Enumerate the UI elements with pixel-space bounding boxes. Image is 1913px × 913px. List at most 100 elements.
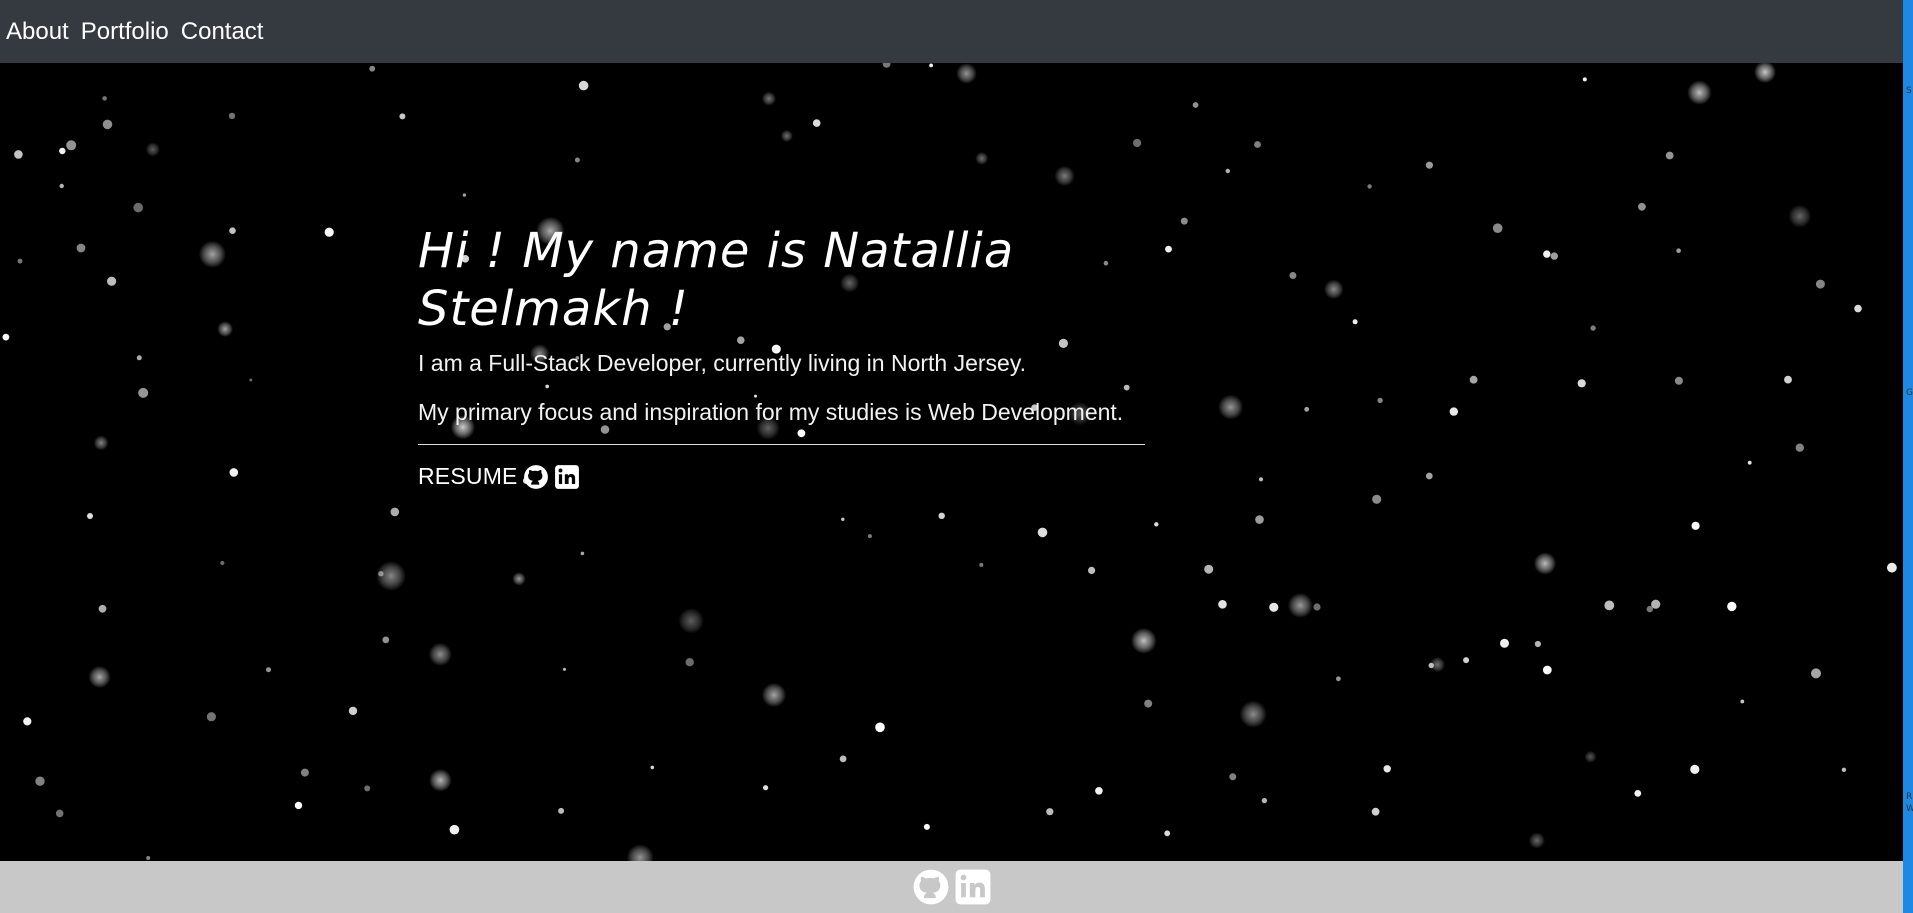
star-particle [1255, 515, 1264, 524]
star-particle [1229, 773, 1237, 781]
star-particle [678, 608, 704, 634]
star-particle [1542, 665, 1552, 675]
star-particle [300, 768, 309, 777]
star-particle [138, 387, 149, 398]
star-particle [867, 534, 872, 539]
star-particle [1046, 808, 1054, 816]
star-particle [228, 112, 236, 120]
star-particle [2, 333, 10, 341]
star-particle [1811, 668, 1821, 679]
star-particle [979, 562, 984, 567]
star-particle [136, 355, 142, 361]
star-particle [93, 435, 109, 451]
star-particle [1604, 600, 1615, 611]
star-particle [1577, 379, 1586, 388]
edge-mark: R [1906, 792, 1913, 802]
star-particle [761, 682, 787, 708]
star-particle [1133, 138, 1142, 148]
star-particle [1352, 319, 1358, 325]
star-particle [145, 142, 160, 157]
star-particle [1154, 522, 1159, 527]
star-particle [1841, 767, 1847, 772]
star-particle [133, 202, 143, 213]
star-particle [558, 807, 565, 814]
star-particle [812, 119, 821, 127]
star-particle [580, 551, 585, 556]
star-particle [229, 468, 239, 477]
star-particle [763, 785, 769, 791]
star-particle [1313, 603, 1321, 611]
star-particle [1646, 605, 1654, 613]
star-particle [839, 755, 847, 763]
star-particle [1269, 602, 1279, 612]
star-particle [1634, 790, 1642, 797]
star-particle [1258, 477, 1264, 482]
star-particle [1367, 184, 1372, 189]
star-particle [429, 769, 452, 792]
star-particle [1492, 223, 1503, 233]
star-particle [1747, 460, 1752, 465]
edge-mark: S [1906, 86, 1912, 96]
hero-section: Hi ! My name is Natallia Stelmakh ! I am… [0, 63, 1903, 861]
github-icon[interactable] [523, 464, 549, 490]
star-particle [1304, 406, 1310, 412]
star-particle [1218, 600, 1227, 609]
star-particle [1754, 63, 1776, 84]
star-particle [98, 604, 107, 613]
resume-link[interactable]: RESUME [418, 463, 518, 490]
star-particle [574, 157, 580, 163]
navbar: About Portfolio Contact [0, 0, 1903, 63]
star-particle [1665, 151, 1674, 160]
star-particle [1788, 204, 1812, 228]
star-particle [1254, 141, 1261, 148]
star-particle [1095, 787, 1103, 795]
star-particle [1037, 527, 1048, 538]
star-particle [563, 667, 566, 671]
star-particle [102, 96, 107, 101]
star-particle [780, 129, 793, 142]
star-particle [66, 140, 77, 151]
star-particle [975, 151, 989, 165]
star-particle [1463, 657, 1470, 664]
nav-link-contact[interactable]: Contact [175, 0, 270, 63]
star-particle [512, 572, 526, 586]
star-particle [1429, 657, 1445, 673]
linkedin-icon[interactable] [554, 464, 580, 490]
star-particle [1590, 325, 1596, 331]
star-particle [761, 91, 777, 106]
star-particle [348, 706, 358, 716]
star-particle [1383, 765, 1391, 773]
star-particle [1469, 375, 1478, 384]
star-particle [324, 227, 334, 237]
star-particle [1528, 832, 1545, 849]
star-particle [1500, 638, 1509, 648]
star-particle [220, 560, 225, 566]
nav-link-about[interactable]: About [0, 0, 75, 63]
star-particle [1740, 699, 1745, 704]
star-particle [198, 240, 226, 268]
star-particle [107, 276, 117, 286]
star-particle [249, 378, 253, 382]
footer [0, 861, 1903, 913]
github-icon[interactable] [912, 868, 950, 906]
star-particle [1225, 168, 1231, 174]
star-particle [217, 321, 234, 337]
star-particle [266, 667, 271, 673]
star-particle [23, 717, 32, 726]
intro-text-focus: My primary focus and inspiration for my … [418, 399, 1124, 426]
star-particle [938, 512, 945, 519]
star-particle [1449, 407, 1459, 416]
edge-mark: G [1906, 388, 1913, 398]
star-particle [1204, 564, 1214, 574]
linkedin-icon[interactable] [954, 868, 992, 906]
star-particle [1815, 279, 1825, 289]
star-particle [1324, 279, 1344, 300]
nav-link-portfolio[interactable]: Portfolio [75, 0, 175, 63]
star-particle [146, 856, 151, 860]
star-particle [1165, 245, 1172, 253]
edge-mark: W [1906, 804, 1913, 814]
star-particle [376, 561, 406, 591]
star-particle [35, 776, 45, 786]
star-particle [1727, 601, 1737, 612]
star-particle [929, 63, 933, 68]
